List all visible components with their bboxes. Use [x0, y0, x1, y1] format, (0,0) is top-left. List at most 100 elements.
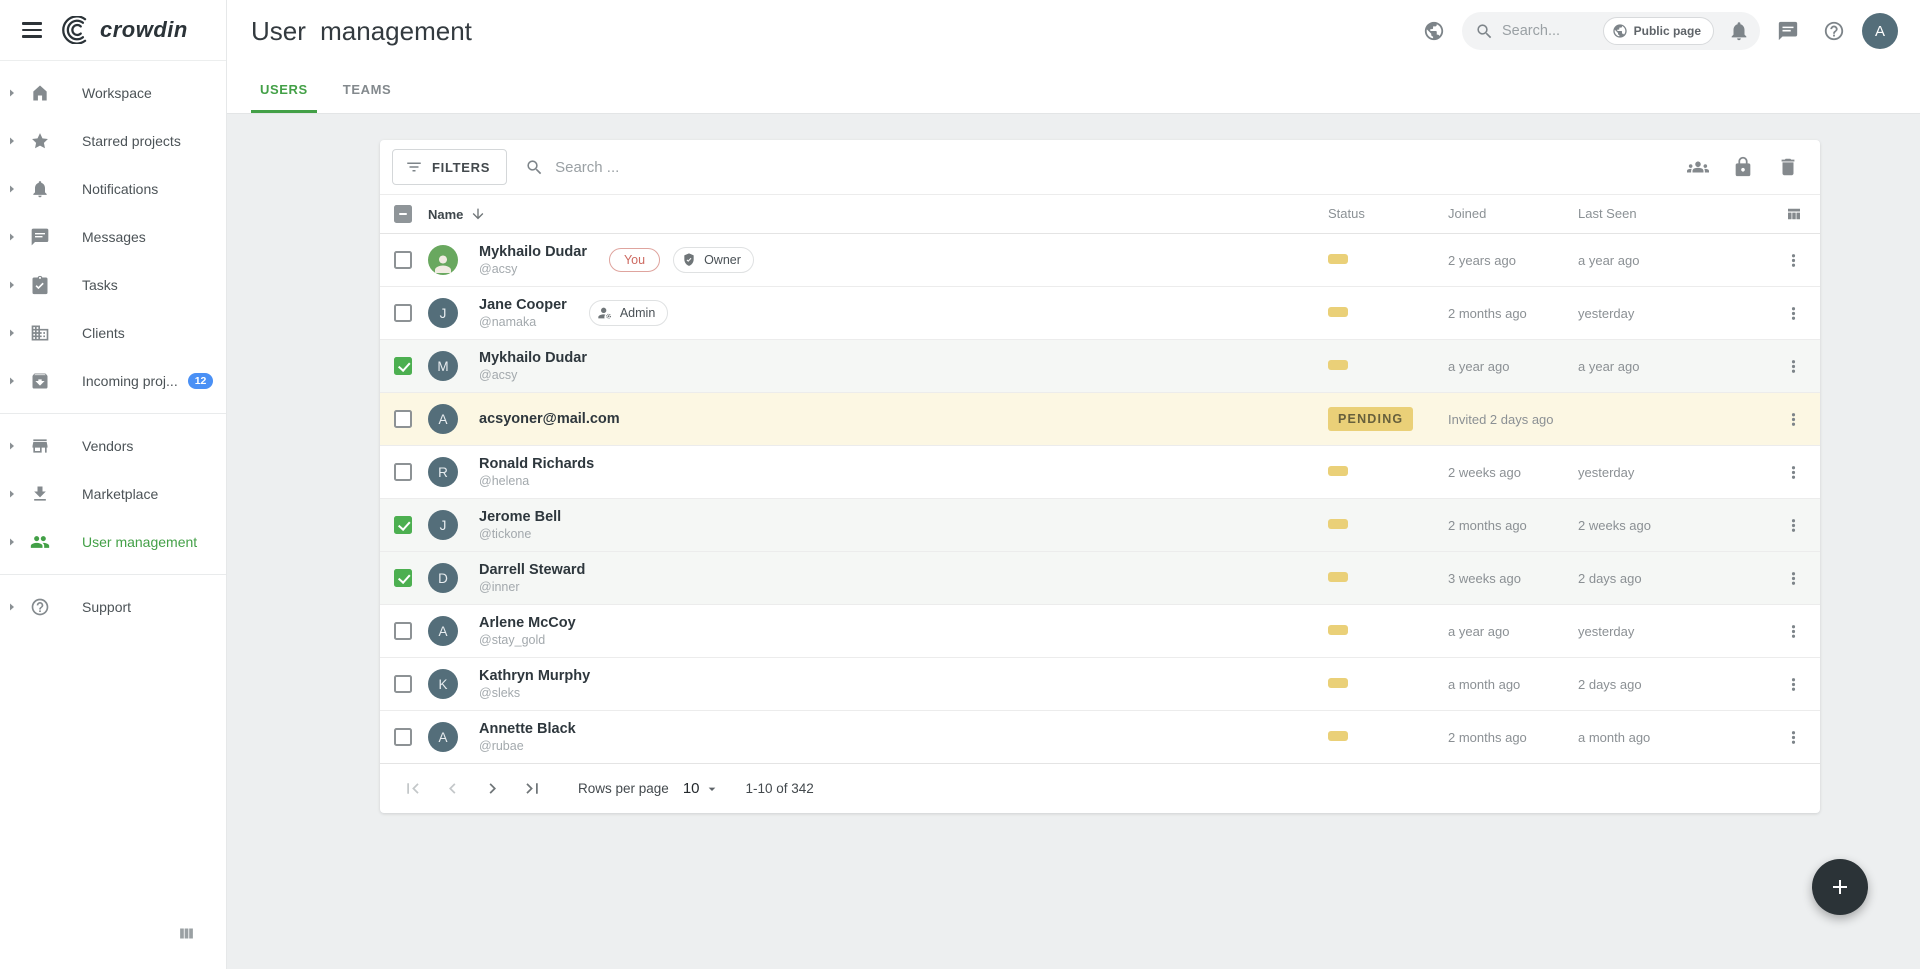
- expand-arrow-icon[interactable]: [6, 601, 18, 613]
- groups-icon[interactable]: [1680, 149, 1716, 185]
- expand-arrow-icon[interactable]: [6, 231, 18, 243]
- table-row[interactable]: D Darrell Steward @inner 3 weeks ago 2 d…: [380, 552, 1820, 605]
- global-search-input[interactable]: [1502, 23, 1595, 39]
- row-menu-button[interactable]: [1778, 510, 1808, 540]
- add-user-fab[interactable]: [1812, 859, 1868, 915]
- row-menu-button[interactable]: [1778, 298, 1808, 328]
- avatar: R: [428, 457, 458, 487]
- user-handle: @rubae: [479, 739, 576, 753]
- table-row[interactable]: J Jerome Bell @tickone 2 months ago 2 we…: [380, 499, 1820, 552]
- row-checkbox[interactable]: [394, 304, 412, 322]
- notifications-bell-icon[interactable]: [1722, 14, 1756, 48]
- row-checkbox[interactable]: [394, 675, 412, 693]
- table-row[interactable]: K Kathryn Murphy @sleks a month ago 2 da…: [380, 658, 1820, 711]
- filters-button[interactable]: FILTERS: [392, 149, 507, 185]
- sidebar-item-starred-projects[interactable]: Starred projects: [0, 117, 226, 165]
- public-page-button[interactable]: Public page: [1603, 17, 1714, 45]
- status-badge: [1328, 307, 1348, 317]
- table-search-input[interactable]: [555, 159, 1662, 176]
- tab-teams[interactable]: TEAMS: [334, 62, 401, 113]
- columns-settings-icon[interactable]: [1780, 200, 1808, 228]
- joined-cell: 2 months ago: [1448, 306, 1578, 321]
- user-handle: @acsy: [479, 368, 587, 382]
- menu-icon[interactable]: [22, 18, 46, 42]
- kebab-icon: [1784, 622, 1803, 641]
- sidebar-item-vendors[interactable]: Vendors: [0, 422, 226, 470]
- row-checkbox[interactable]: [394, 463, 412, 481]
- sort-desc-icon[interactable]: [470, 206, 486, 222]
- row-menu-button[interactable]: [1778, 669, 1808, 699]
- last-page-icon[interactable]: [512, 769, 552, 809]
- sidebar-item-support[interactable]: Support: [0, 583, 226, 631]
- row-menu-button[interactable]: [1778, 563, 1808, 593]
- sidebar-item-label: Incoming proj...: [82, 373, 178, 389]
- sidebar-item-label: Messages: [82, 229, 146, 245]
- sidebar-item-marketplace[interactable]: Marketplace: [0, 470, 226, 518]
- first-page-icon[interactable]: [392, 769, 432, 809]
- sidebar-item-workspace[interactable]: Workspace: [0, 69, 226, 117]
- sidebar-item-notifications[interactable]: Notifications: [0, 165, 226, 213]
- table-row[interactable]: Mykhailo Dudar @acsy YouOwner 2 years ag…: [380, 234, 1820, 287]
- grid-view-icon[interactable]: [176, 925, 196, 945]
- row-menu-button[interactable]: [1778, 245, 1808, 275]
- logo-text: crowdin: [100, 17, 188, 43]
- sidebar-item-tasks[interactable]: Tasks: [0, 261, 226, 309]
- user-name: Jane Cooper: [479, 297, 567, 313]
- trash-icon[interactable]: [1770, 149, 1806, 185]
- prev-page-icon[interactable]: [432, 769, 472, 809]
- lock-icon[interactable]: [1725, 149, 1761, 185]
- expand-arrow-icon[interactable]: [6, 440, 18, 452]
- row-checkbox[interactable]: [394, 357, 412, 375]
- page-title: User management: [251, 16, 472, 47]
- tab-users[interactable]: USERS: [251, 62, 317, 113]
- table-row[interactable]: A Annette Black @rubae 2 months ago a mo…: [380, 711, 1820, 764]
- row-checkbox[interactable]: [394, 728, 412, 746]
- help-icon[interactable]: [1816, 13, 1852, 49]
- expand-arrow-icon[interactable]: [6, 488, 18, 500]
- column-header-last-seen[interactable]: Last Seen: [1578, 206, 1637, 221]
- row-menu-button[interactable]: [1778, 616, 1808, 646]
- column-header-joined[interactable]: Joined: [1448, 206, 1486, 221]
- table-row[interactable]: A acsyoner@mail.com PENDING Invited 2 da…: [380, 393, 1820, 446]
- crowdin-logo[interactable]: crowdin: [60, 16, 188, 44]
- table-row[interactable]: M Mykhailo Dudar @acsy a year ago a year…: [380, 340, 1820, 393]
- row-menu-button[interactable]: [1778, 457, 1808, 487]
- badge-label: Owner: [704, 253, 741, 267]
- next-page-icon[interactable]: [472, 769, 512, 809]
- tasks-icon: [30, 275, 50, 295]
- expand-arrow-icon[interactable]: [6, 279, 18, 291]
- sidebar-item-user-management[interactable]: User management: [0, 518, 226, 566]
- user-avatar[interactable]: A: [1862, 13, 1898, 49]
- expand-arrow-icon[interactable]: [6, 375, 18, 387]
- expand-arrow-icon[interactable]: [6, 183, 18, 195]
- sidebar-item-incoming-proj[interactable]: Incoming proj... 12: [0, 357, 226, 405]
- row-checkbox[interactable]: [394, 251, 412, 269]
- column-header-status[interactable]: Status: [1328, 206, 1365, 221]
- table-row[interactable]: A Arlene McCoy @stay_gold a year ago yes…: [380, 605, 1820, 658]
- globe-icon[interactable]: [1416, 13, 1452, 49]
- messages-icon[interactable]: [1770, 13, 1806, 49]
- expand-arrow-icon[interactable]: [6, 536, 18, 548]
- row-checkbox[interactable]: [394, 516, 412, 534]
- search-icon: [525, 158, 544, 177]
- row-menu-button[interactable]: [1778, 722, 1808, 752]
- bell-icon: [30, 179, 50, 199]
- row-menu-button[interactable]: [1778, 404, 1808, 434]
- avatar: D: [428, 563, 458, 593]
- select-all-checkbox[interactable]: [394, 205, 412, 223]
- row-checkbox[interactable]: [394, 569, 412, 587]
- row-checkbox[interactable]: [394, 410, 412, 428]
- expand-arrow-icon[interactable]: [6, 87, 18, 99]
- sidebar-item-clients[interactable]: Clients: [0, 309, 226, 357]
- expand-arrow-icon[interactable]: [6, 327, 18, 339]
- row-checkbox[interactable]: [394, 622, 412, 640]
- sidebar-header: crowdin: [0, 0, 226, 61]
- column-header-name[interactable]: Name: [428, 207, 463, 222]
- pagination: Rows per page 10 1-10 of 342: [380, 764, 1820, 813]
- sidebar-item-messages[interactable]: Messages: [0, 213, 226, 261]
- rows-per-page-select[interactable]: 10: [683, 780, 720, 797]
- row-menu-button[interactable]: [1778, 351, 1808, 381]
- expand-arrow-icon[interactable]: [6, 135, 18, 147]
- table-row[interactable]: J Jane Cooper @namaka Admin 2 months ago…: [380, 287, 1820, 340]
- table-row[interactable]: R Ronald Richards @helena 2 weeks ago ye…: [380, 446, 1820, 499]
